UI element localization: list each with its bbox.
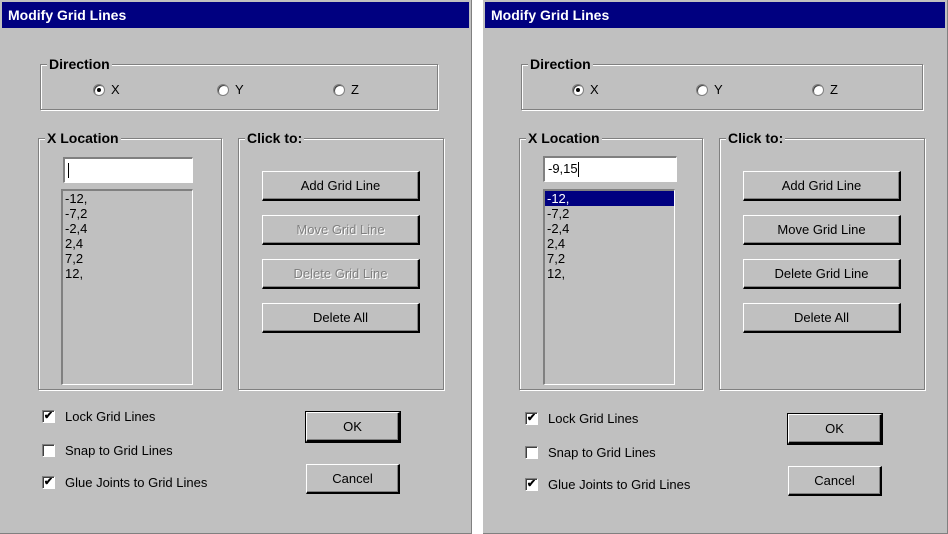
add-grid-line-button[interactable]: Add Grid Line [743, 171, 901, 201]
click-to-group: Click to: Add Grid Line Move Grid Line D… [719, 130, 925, 390]
list-item[interactable]: 2,4 [545, 236, 674, 251]
checkbox-checked-icon: ✔ [42, 410, 55, 423]
location-group: X Location -9,15 -12, -7,2 -2,4 2,4 7,2 … [519, 130, 703, 390]
click-to-group: Click to: Add Grid Line Move Grid Line D… [238, 130, 444, 390]
checkbox-checked-icon: ✔ [42, 476, 55, 489]
list-item[interactable]: 2,4 [63, 236, 192, 251]
direction-z-radio[interactable]: Z [812, 82, 838, 97]
delete-grid-line-button[interactable]: Delete Grid Line [743, 259, 901, 289]
direction-x-radio[interactable]: X [572, 82, 599, 97]
lock-grid-lines-checkbox[interactable]: ✔ Lock Grid Lines [42, 409, 155, 424]
text-caret [577, 162, 579, 178]
lock-grid-lines-label: Lock Grid Lines [548, 411, 639, 426]
modify-grid-lines-dialog-after: Modify Grid Lines Direction X Y Z X Loca… [483, 0, 948, 534]
direction-label: Direction [528, 56, 593, 72]
radio-label-z: Z [830, 82, 838, 97]
location-input[interactable] [63, 157, 193, 183]
checkbox-icon [42, 444, 55, 457]
radio-label-x: X [590, 82, 599, 97]
direction-y-radio[interactable]: Y [217, 82, 244, 97]
direction-group: Direction X Y Z [40, 56, 438, 110]
list-item[interactable]: -2,4 [63, 221, 192, 236]
move-grid-line-button[interactable]: Move Grid Line [262, 215, 420, 245]
radio-selected-icon [572, 83, 584, 96]
radio-label-y: Y [714, 82, 723, 97]
radio-icon [333, 83, 345, 96]
add-grid-line-button[interactable]: Add Grid Line [262, 171, 420, 201]
glue-joints-checkbox[interactable]: ✔ Glue Joints to Grid Lines [525, 477, 690, 492]
dialog-title: Modify Grid Lines [2, 2, 469, 28]
location-label: X Location [526, 130, 602, 146]
radio-selected-icon [93, 83, 105, 96]
dialog-title: Modify Grid Lines [485, 2, 945, 28]
direction-group: Direction X Y Z [521, 56, 923, 110]
list-item[interactable]: -2,4 [545, 221, 674, 236]
radio-label-x: X [111, 82, 120, 97]
click-to-label: Click to: [726, 130, 786, 146]
cancel-button[interactable]: Cancel [788, 466, 882, 496]
click-to-label: Click to: [245, 130, 305, 146]
glue-joints-label: Glue Joints to Grid Lines [65, 475, 208, 490]
move-grid-line-button[interactable]: Move Grid Line [743, 215, 901, 245]
radio-icon [217, 83, 229, 96]
ok-button[interactable]: OK [305, 411, 401, 443]
snap-to-grid-lines-label: Snap to Grid Lines [548, 445, 656, 460]
text-caret [68, 163, 69, 179]
modify-grid-lines-dialog-before: Modify Grid Lines Direction X Y Z X Loca… [0, 0, 472, 534]
radio-label-y: Y [235, 82, 244, 97]
direction-x-radio[interactable]: X [93, 82, 120, 97]
list-item[interactable]: -12, [63, 191, 192, 206]
snap-to-grid-lines-checkbox[interactable]: Snap to Grid Lines [525, 445, 656, 460]
location-input[interactable]: -9,15 [543, 156, 677, 182]
direction-y-radio[interactable]: Y [696, 82, 723, 97]
location-label: X Location [45, 130, 121, 146]
location-input-value: -9,15 [548, 161, 578, 176]
lock-grid-lines-checkbox[interactable]: ✔ Lock Grid Lines [525, 411, 638, 426]
snap-to-grid-lines-label: Snap to Grid Lines [65, 443, 173, 458]
location-list[interactable]: -12, -7,2 -2,4 2,4 7,2 12, [61, 189, 193, 385]
ok-button[interactable]: OK [787, 413, 883, 445]
checkbox-icon [525, 446, 538, 459]
delete-all-button[interactable]: Delete All [743, 303, 901, 333]
snap-to-grid-lines-checkbox[interactable]: Snap to Grid Lines [42, 443, 173, 458]
list-item[interactable]: 7,2 [63, 251, 192, 266]
location-list[interactable]: -12, -7,2 -2,4 2,4 7,2 12, [543, 189, 675, 385]
list-item[interactable]: -7,2 [545, 206, 674, 221]
checkbox-checked-icon: ✔ [525, 412, 538, 425]
list-item-selected[interactable]: -12, [545, 191, 674, 206]
delete-grid-line-button[interactable]: Delete Grid Line [262, 259, 420, 289]
checkbox-checked-icon: ✔ [525, 478, 538, 491]
cancel-button[interactable]: Cancel [306, 464, 400, 494]
list-item[interactable]: 12, [545, 266, 674, 281]
location-group: X Location -12, -7,2 -2,4 2,4 7,2 12, [38, 130, 222, 390]
direction-label: Direction [47, 56, 112, 72]
glue-joints-label: Glue Joints to Grid Lines [548, 477, 691, 492]
list-item[interactable]: 7,2 [545, 251, 674, 266]
glue-joints-checkbox[interactable]: ✔ Glue Joints to Grid Lines [42, 475, 207, 490]
radio-icon [696, 83, 708, 96]
radio-label-z: Z [351, 82, 359, 97]
lock-grid-lines-label: Lock Grid Lines [65, 409, 156, 424]
radio-icon [812, 83, 824, 96]
list-item[interactable]: -7,2 [63, 206, 192, 221]
direction-z-radio[interactable]: Z [333, 82, 359, 97]
list-item[interactable]: 12, [63, 266, 192, 281]
delete-all-button[interactable]: Delete All [262, 303, 420, 333]
